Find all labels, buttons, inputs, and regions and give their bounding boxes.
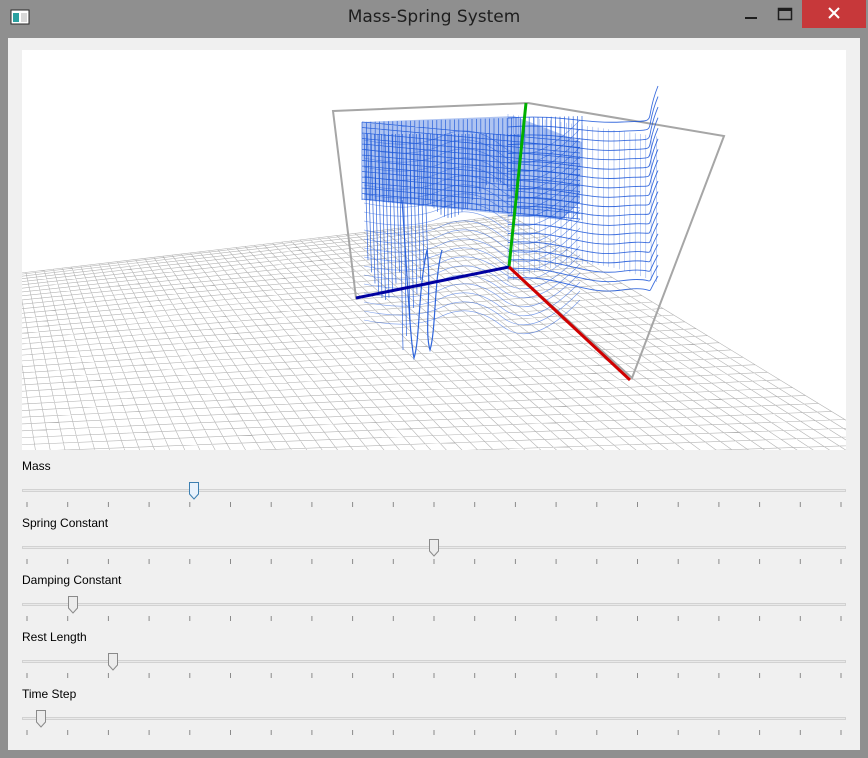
title-bar[interactable]: Mass-Spring System bbox=[0, 0, 868, 38]
cloth-top-slab bbox=[362, 116, 582, 220]
time-step-slider-ticks bbox=[26, 730, 842, 735]
minimize-icon bbox=[745, 17, 757, 19]
damping-constant-label: Damping Constant bbox=[22, 573, 122, 587]
maximize-button[interactable] bbox=[768, 0, 802, 28]
client-area: Mass Spring Constant Damping Constant Rest … bbox=[8, 38, 860, 750]
mass-label: Mass bbox=[22, 459, 51, 473]
rest-length-slider-thumb[interactable] bbox=[108, 653, 119, 671]
floor-grid bbox=[22, 214, 846, 450]
damping-constant-slider-ticks bbox=[26, 616, 842, 621]
spring-constant-slider-ticks bbox=[26, 559, 842, 564]
maximize-icon bbox=[777, 7, 793, 21]
damping-constant-slider-track[interactable] bbox=[22, 603, 846, 606]
mass-slider-track[interactable] bbox=[22, 489, 846, 492]
mass-spring-scene bbox=[22, 85, 846, 450]
close-button[interactable] bbox=[802, 0, 866, 28]
minimize-button[interactable] bbox=[734, 0, 768, 28]
spring-constant-label: Spring Constant bbox=[22, 516, 109, 530]
rest-length-label: Rest Length bbox=[22, 630, 87, 644]
time-step-slider-track[interactable] bbox=[22, 717, 846, 720]
mass-slider-ticks bbox=[26, 502, 842, 507]
close-icon bbox=[828, 7, 840, 19]
time-step-label: Time Step bbox=[22, 687, 77, 701]
rest-length-slider-ticks bbox=[26, 673, 842, 678]
app-window: Mass-Spring System Mass Spring Constant Da… bbox=[0, 0, 868, 758]
time-step-slider-thumb[interactable] bbox=[35, 710, 46, 728]
damping-constant-slider-thumb[interactable] bbox=[68, 596, 79, 614]
mass-slider-thumb[interactable] bbox=[188, 482, 199, 500]
rest-length-slider-track[interactable] bbox=[22, 660, 846, 663]
spring-constant-slider-thumb[interactable] bbox=[429, 539, 439, 557]
gl-viewport[interactable] bbox=[22, 50, 846, 450]
